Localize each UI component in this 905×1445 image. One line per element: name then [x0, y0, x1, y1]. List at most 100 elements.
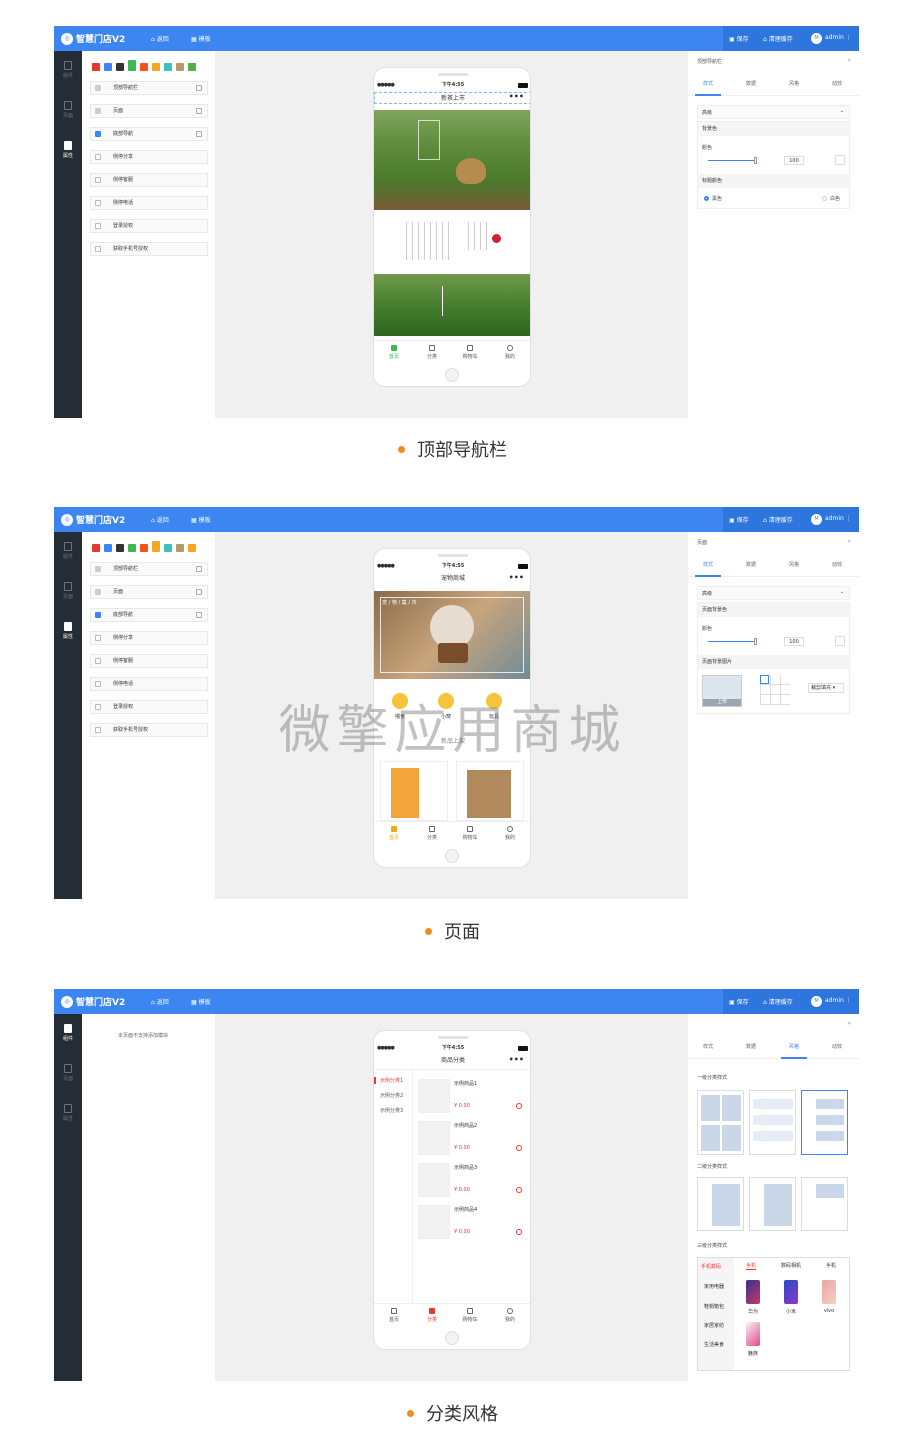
back-link[interactable]: ⌂ 返回	[151, 34, 169, 43]
cart-icon[interactable]	[516, 1145, 522, 1151]
style-option[interactable]	[749, 1090, 796, 1155]
avatar[interactable]: M	[811, 33, 822, 44]
tab-home[interactable]: 首页	[378, 826, 410, 841]
edit-icon[interactable]	[196, 85, 202, 91]
product-item[interactable]: 示例商品3 ¥ 0.00	[418, 1161, 526, 1201]
edit-icon[interactable]	[196, 131, 202, 137]
value-input[interactable]: 100	[784, 156, 804, 165]
swatch[interactable]	[164, 63, 172, 71]
user-menu[interactable]: admin ⋮	[825, 34, 852, 41]
option-top-nav[interactable]: 顶部导航栏	[90, 81, 208, 95]
checkbox[interactable]	[95, 200, 101, 206]
option-page[interactable]: 页面	[90, 585, 208, 599]
color-picker[interactable]	[835, 636, 845, 646]
edit-icon[interactable]	[196, 108, 202, 114]
color-slider[interactable]	[708, 160, 756, 161]
user-menu[interactable]: admin ⋮	[825, 515, 852, 522]
save-button[interactable]: ▣ 保存	[729, 34, 749, 43]
collapse-header[interactable]: 高级 ⌄	[697, 105, 850, 119]
tab-style[interactable]: 样式	[688, 1043, 728, 1050]
tab-animation[interactable]: 动效	[817, 561, 857, 568]
option-login[interactable]: 登录授权	[90, 219, 208, 233]
sidebar-item-components[interactable]: 组件	[54, 61, 82, 79]
pet-banner[interactable]: 宠 / 物 / 集 / 市	[374, 591, 530, 679]
cart-icon[interactable]	[516, 1187, 522, 1193]
checkbox[interactable]	[95, 566, 101, 572]
checkbox[interactable]	[95, 154, 101, 160]
edit-icon[interactable]	[196, 612, 202, 618]
category-item[interactable]: 示例分类3	[374, 1107, 412, 1114]
cart-icon[interactable]	[516, 1229, 522, 1235]
tab-animation[interactable]: 动效	[817, 80, 857, 87]
tab-data[interactable]: 数据	[731, 1043, 771, 1050]
sidebar-item-page[interactable]: 页面	[54, 582, 82, 600]
style-option[interactable]	[697, 1090, 744, 1155]
sidebar-item-properties[interactable]: 属性	[54, 1104, 82, 1122]
swatch[interactable]	[152, 63, 160, 71]
radio-white[interactable]	[822, 196, 827, 201]
tab-style[interactable]: 样式	[688, 561, 728, 568]
product-item[interactable]: 示例商品2 ¥ 0.00	[418, 1119, 526, 1159]
category-item[interactable]: 示例分类2	[374, 1092, 412, 1099]
color-slider[interactable]	[708, 641, 756, 642]
template-link[interactable]: ▦ 模板	[191, 515, 211, 524]
tab-home[interactable]: 首页	[378, 1308, 410, 1323]
clear-cache-button[interactable]: ⌂ 清理缓存	[763, 515, 793, 524]
product-item[interactable]: 示例商品4 ¥ 0.00	[418, 1203, 526, 1243]
tab-category[interactable]: 分类	[416, 1308, 448, 1323]
tab-data[interactable]: 数据	[731, 80, 771, 87]
sidebar-item-page[interactable]: 页面	[54, 1064, 82, 1082]
option-page[interactable]: 页面	[90, 104, 208, 118]
avatar[interactable]: M	[811, 514, 822, 525]
checkbox[interactable]	[95, 223, 101, 229]
swatch[interactable]	[92, 63, 100, 71]
category-item[interactable]: 示例分类1	[374, 1077, 412, 1084]
checkbox[interactable]	[95, 612, 101, 618]
slider-knob[interactable]	[754, 157, 757, 164]
edit-icon[interactable]	[196, 566, 202, 572]
phone-title[interactable]: 新茶上市	[374, 92, 530, 104]
product-card[interactable]	[380, 761, 448, 821]
swatch[interactable]	[140, 544, 148, 552]
swatch[interactable]	[116, 544, 124, 552]
tab-data[interactable]: 数据	[731, 561, 771, 568]
slider-knob[interactable]	[754, 638, 757, 645]
swatch[interactable]	[188, 63, 196, 71]
expand-icon[interactable]: »	[847, 1020, 851, 1027]
product-item[interactable]: 示例商品1 ¥ 0.00	[418, 1077, 526, 1117]
more-icon[interactable]: •••	[509, 1055, 524, 1065]
tab-category[interactable]: 分类	[416, 826, 448, 841]
checkbox[interactable]	[95, 589, 101, 595]
tab-cart[interactable]: 购物车	[454, 1308, 486, 1323]
tab-theme[interactable]: 风格	[774, 80, 814, 87]
style-option[interactable]	[697, 1177, 744, 1231]
tab-mine[interactable]: 我的	[494, 826, 526, 841]
swatch[interactable]	[128, 544, 136, 552]
swatch[interactable]	[176, 63, 184, 71]
edit-icon[interactable]	[196, 589, 202, 595]
tab-cart[interactable]: 购物车	[454, 345, 486, 360]
checkbox[interactable]	[95, 85, 101, 91]
swatch[interactable]	[188, 544, 196, 552]
option-service[interactable]: 侧停客服	[90, 654, 208, 668]
option-top-nav[interactable]: 顶部导航栏	[90, 562, 208, 576]
tab-mine[interactable]: 我的	[494, 1308, 526, 1323]
swatch[interactable]	[92, 544, 100, 552]
swatch-selected[interactable]	[128, 60, 136, 71]
checkbox[interactable]	[95, 246, 101, 252]
more-icon[interactable]: •••	[509, 573, 524, 583]
selected-cell[interactable]	[760, 675, 769, 684]
template-link[interactable]: ▦ 模板	[191, 997, 211, 1006]
tab-theme[interactable]: 风格	[774, 1043, 814, 1050]
option-share[interactable]: 侧停分享	[90, 631, 208, 645]
save-button[interactable]: ▣ 保存	[729, 515, 749, 524]
sidebar-item-properties[interactable]: 属性	[54, 622, 82, 640]
checkbox[interactable]	[95, 108, 101, 114]
option-share[interactable]: 侧停分享	[90, 150, 208, 164]
level3-preview[interactable]: 手机数码 家用电器 鞋帽箱包 家居家纺 生活美食 手机 数码相机 手机 华为 小…	[697, 1257, 850, 1371]
template-link[interactable]: ▦ 模板	[191, 34, 211, 43]
option-bottom-nav[interactable]: 底部导航	[90, 608, 208, 622]
tea-banner[interactable]	[374, 110, 530, 210]
checkbox[interactable]	[95, 658, 101, 664]
swatch[interactable]	[104, 544, 112, 552]
